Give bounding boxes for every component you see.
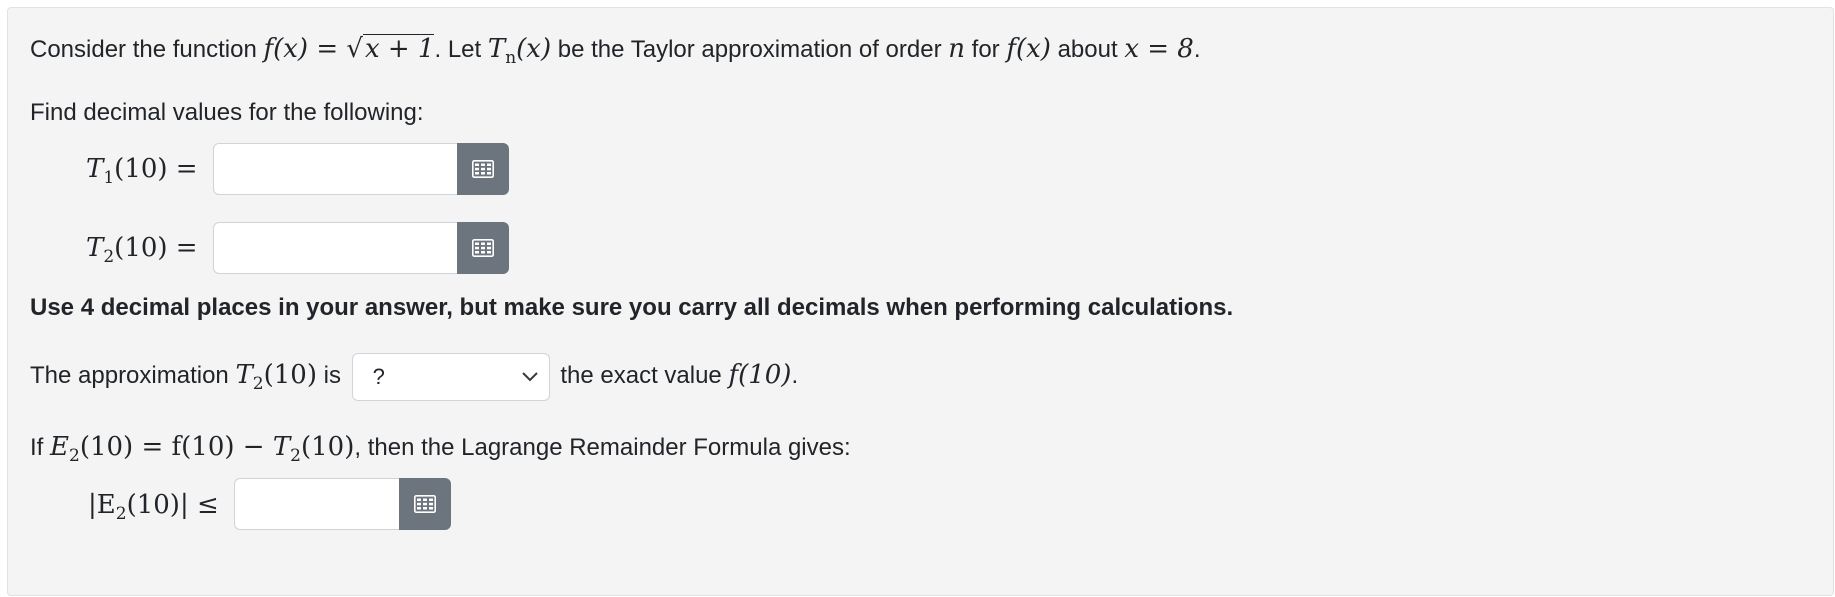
- t1-answer-group: [213, 143, 509, 195]
- t1-answer-input[interactable]: [213, 143, 457, 195]
- calculator-grid-icon: [414, 495, 436, 513]
- t2-label: T2(10) =: [86, 233, 198, 267]
- remainder-line: If E2(10) = f(10) − T2(10), then the Lag…: [30, 432, 851, 466]
- t2-answer-input[interactable]: [213, 222, 457, 274]
- error-bound-label: |E2(10)| ≤: [88, 490, 219, 524]
- t2-answer-group: [213, 222, 509, 274]
- find-instruction: Find decimal values for the following:: [30, 99, 424, 126]
- error-bound-answer-group: [234, 478, 451, 530]
- error-bound-calculator-button[interactable]: [399, 478, 451, 530]
- intro-text: Consider the function: [30, 36, 264, 63]
- calculator-grid-icon: [472, 160, 494, 178]
- t1-label: T1(10) =: [86, 154, 198, 188]
- chevron-down-icon: [521, 371, 538, 382]
- t1-calculator-button[interactable]: [457, 143, 509, 195]
- comparison-select[interactable]: ?: [351, 352, 550, 401]
- calculator-grid-icon: [472, 239, 494, 257]
- intro-line: Consider the function f(x) = √x + 1. Let…: [30, 34, 1201, 68]
- sqrt-argument: x + 1: [362, 34, 435, 64]
- decimal-places-note: Use 4 decimal places in your answer, but…: [30, 294, 1234, 321]
- error-bound-input[interactable]: [234, 478, 399, 530]
- function-def: f(x) =: [263, 34, 347, 64]
- comparison-line: The approximation T2(10) is ? the exact …: [30, 351, 798, 408]
- select-value: ?: [372, 363, 385, 389]
- expansion-point: x = 8: [1124, 34, 1194, 64]
- t2-calculator-button[interactable]: [457, 222, 509, 274]
